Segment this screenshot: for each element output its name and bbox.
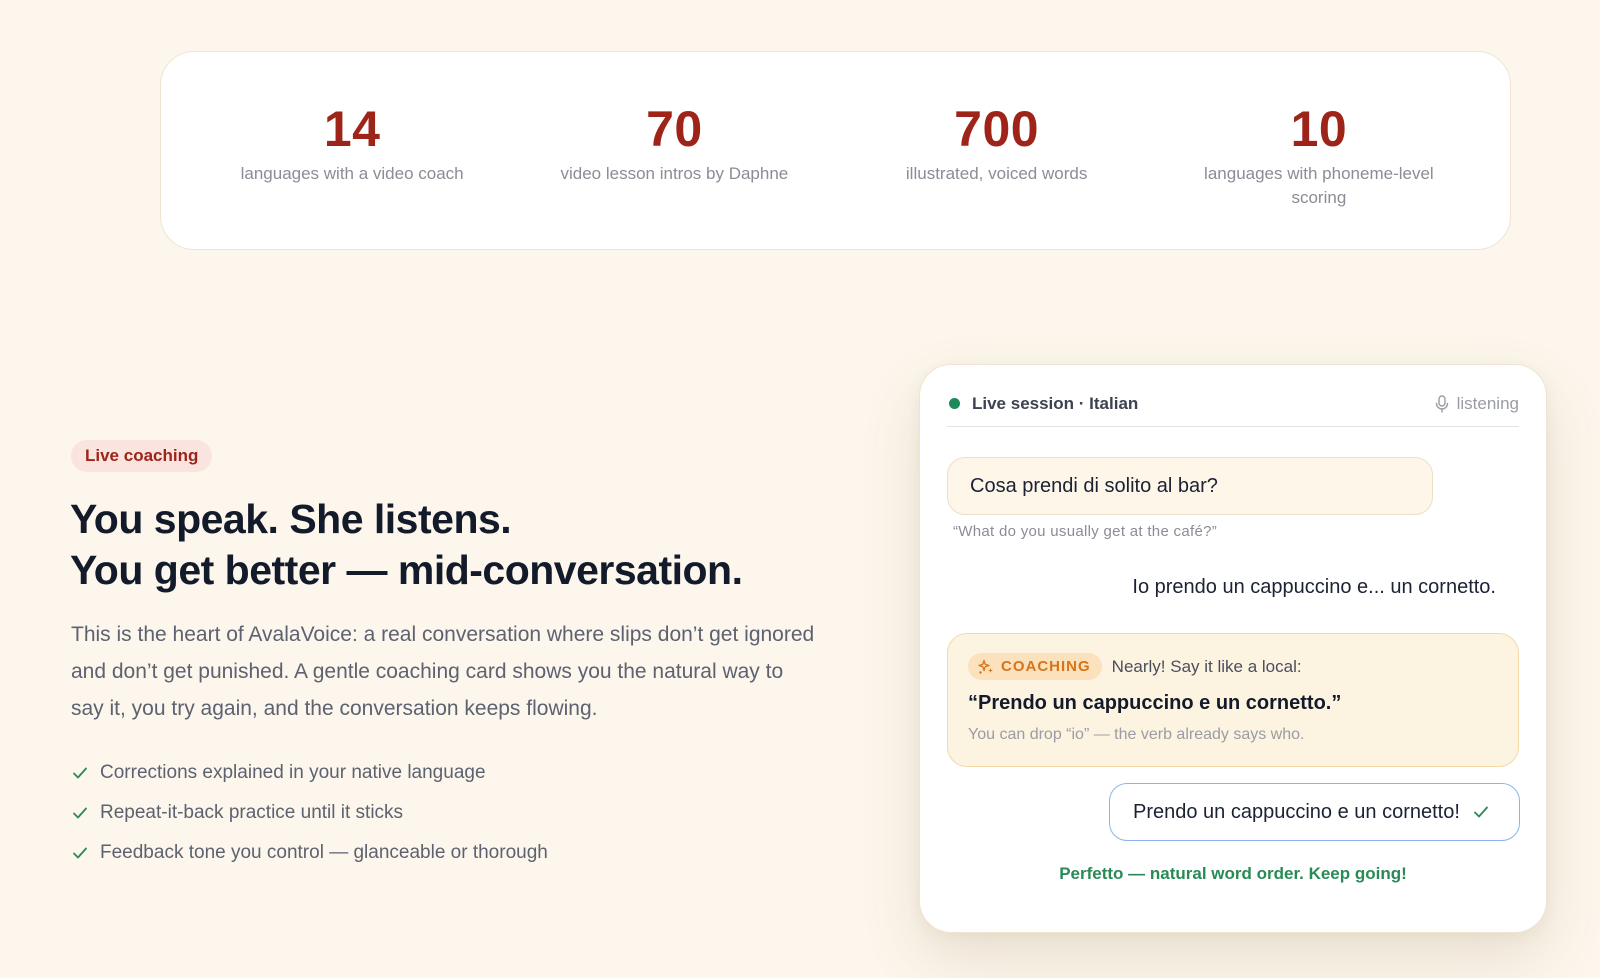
user-utterance: Io prendo un cappuccino e... un cornetto… bbox=[1132, 576, 1496, 598]
stat-languages-video-coach: 14 languages with a video coach bbox=[191, 52, 513, 249]
sparkle-icon bbox=[978, 659, 993, 674]
coach-prompt-text: Cosa prendi di solito al bar? bbox=[970, 474, 1218, 497]
stat-video-lesson-intros: 70 video lesson intros by Daphne bbox=[513, 52, 835, 249]
benefit-item: Feedback tone you control — glanceable o… bbox=[71, 833, 548, 873]
stat-phoneme-scoring: 10 languages with phoneme-level scoring bbox=[1158, 52, 1480, 249]
stat-label: illustrated, voiced words bbox=[905, 164, 1088, 183]
headline-line-1: You speak. She listens. bbox=[70, 496, 512, 542]
coaching-tag: COACHING bbox=[968, 653, 1102, 680]
benefit-text: Corrections explained in your native lan… bbox=[100, 762, 486, 783]
check-icon bbox=[73, 807, 87, 819]
stat-number: 700 bbox=[954, 101, 1040, 157]
user-retry-bubble: Prendo un cappuccino e un cornetto! bbox=[1109, 783, 1520, 841]
benefit-item: Corrections explained in your native lan… bbox=[71, 753, 548, 793]
listening-status: listening bbox=[1435, 394, 1519, 414]
stat-illustrated-words: 700 illustrated, voiced words bbox=[836, 52, 1158, 249]
stat-number: 14 bbox=[323, 101, 381, 157]
session-title-group: Live session · Italian bbox=[947, 394, 1138, 414]
check-icon bbox=[73, 767, 87, 779]
coaching-correction: “Prendo un cappuccino e un cornetto.” bbox=[968, 692, 1342, 714]
stat-label: video lesson intros by Daphne bbox=[560, 164, 789, 183]
session-header: Live session · Italian listening bbox=[947, 387, 1519, 427]
coaching-intro: Nearly! Say it like a local: bbox=[1111, 656, 1302, 676]
coach-prompt-bubble: Cosa prendi di solito al bar? bbox=[947, 457, 1433, 515]
coaching-tag-label: COACHING bbox=[1001, 658, 1091, 675]
coaching-note: You can drop “io” — the verb already say… bbox=[968, 726, 1305, 743]
headline-line-2: You get better — mid-conversation. bbox=[70, 547, 743, 593]
check-icon bbox=[73, 847, 87, 859]
session-title: Live session · Italian bbox=[972, 393, 1139, 413]
status-text: listening bbox=[1456, 393, 1519, 413]
user-retry-text: Prendo un cappuccino e un cornetto! bbox=[1133, 800, 1460, 823]
check-icon bbox=[1474, 806, 1488, 818]
prompt-translation: “What do you usually get at the café?” bbox=[953, 523, 1218, 540]
benefit-text: Repeat-it-back practice until it sticks bbox=[100, 802, 404, 823]
live-session-card: Live session · Italian listening Cosa pr… bbox=[919, 364, 1547, 933]
stat-number: 70 bbox=[646, 101, 703, 157]
benefit-list: Corrections explained in your native lan… bbox=[71, 753, 548, 873]
coaching-header: COACHING Nearly! Say it like a local: bbox=[968, 653, 1302, 680]
stat-label: languages with phoneme-level scoring bbox=[1204, 164, 1434, 207]
success-message: Perfetto — natural word order. Keep goin… bbox=[1059, 864, 1407, 883]
benefit-text: Feedback tone you control — glanceable o… bbox=[100, 842, 548, 863]
stats-card: 14 languages with a video coach 70 video… bbox=[160, 51, 1511, 250]
stat-label: languages with a video coach bbox=[240, 164, 464, 183]
feature-headline: You speak. She listens. You get better —… bbox=[70, 494, 850, 596]
stat-number: 10 bbox=[1290, 101, 1348, 157]
live-indicator-dot bbox=[949, 398, 960, 409]
feature-description: This is the heart of AvalaVoice: a real … bbox=[71, 623, 815, 720]
mic-icon bbox=[1435, 394, 1448, 413]
benefit-item: Repeat-it-back practice until it sticks bbox=[71, 793, 548, 833]
coaching-card: COACHING Nearly! Say it like a local: “P… bbox=[947, 633, 1519, 767]
live-coaching-badge: Live coaching bbox=[71, 440, 213, 472]
